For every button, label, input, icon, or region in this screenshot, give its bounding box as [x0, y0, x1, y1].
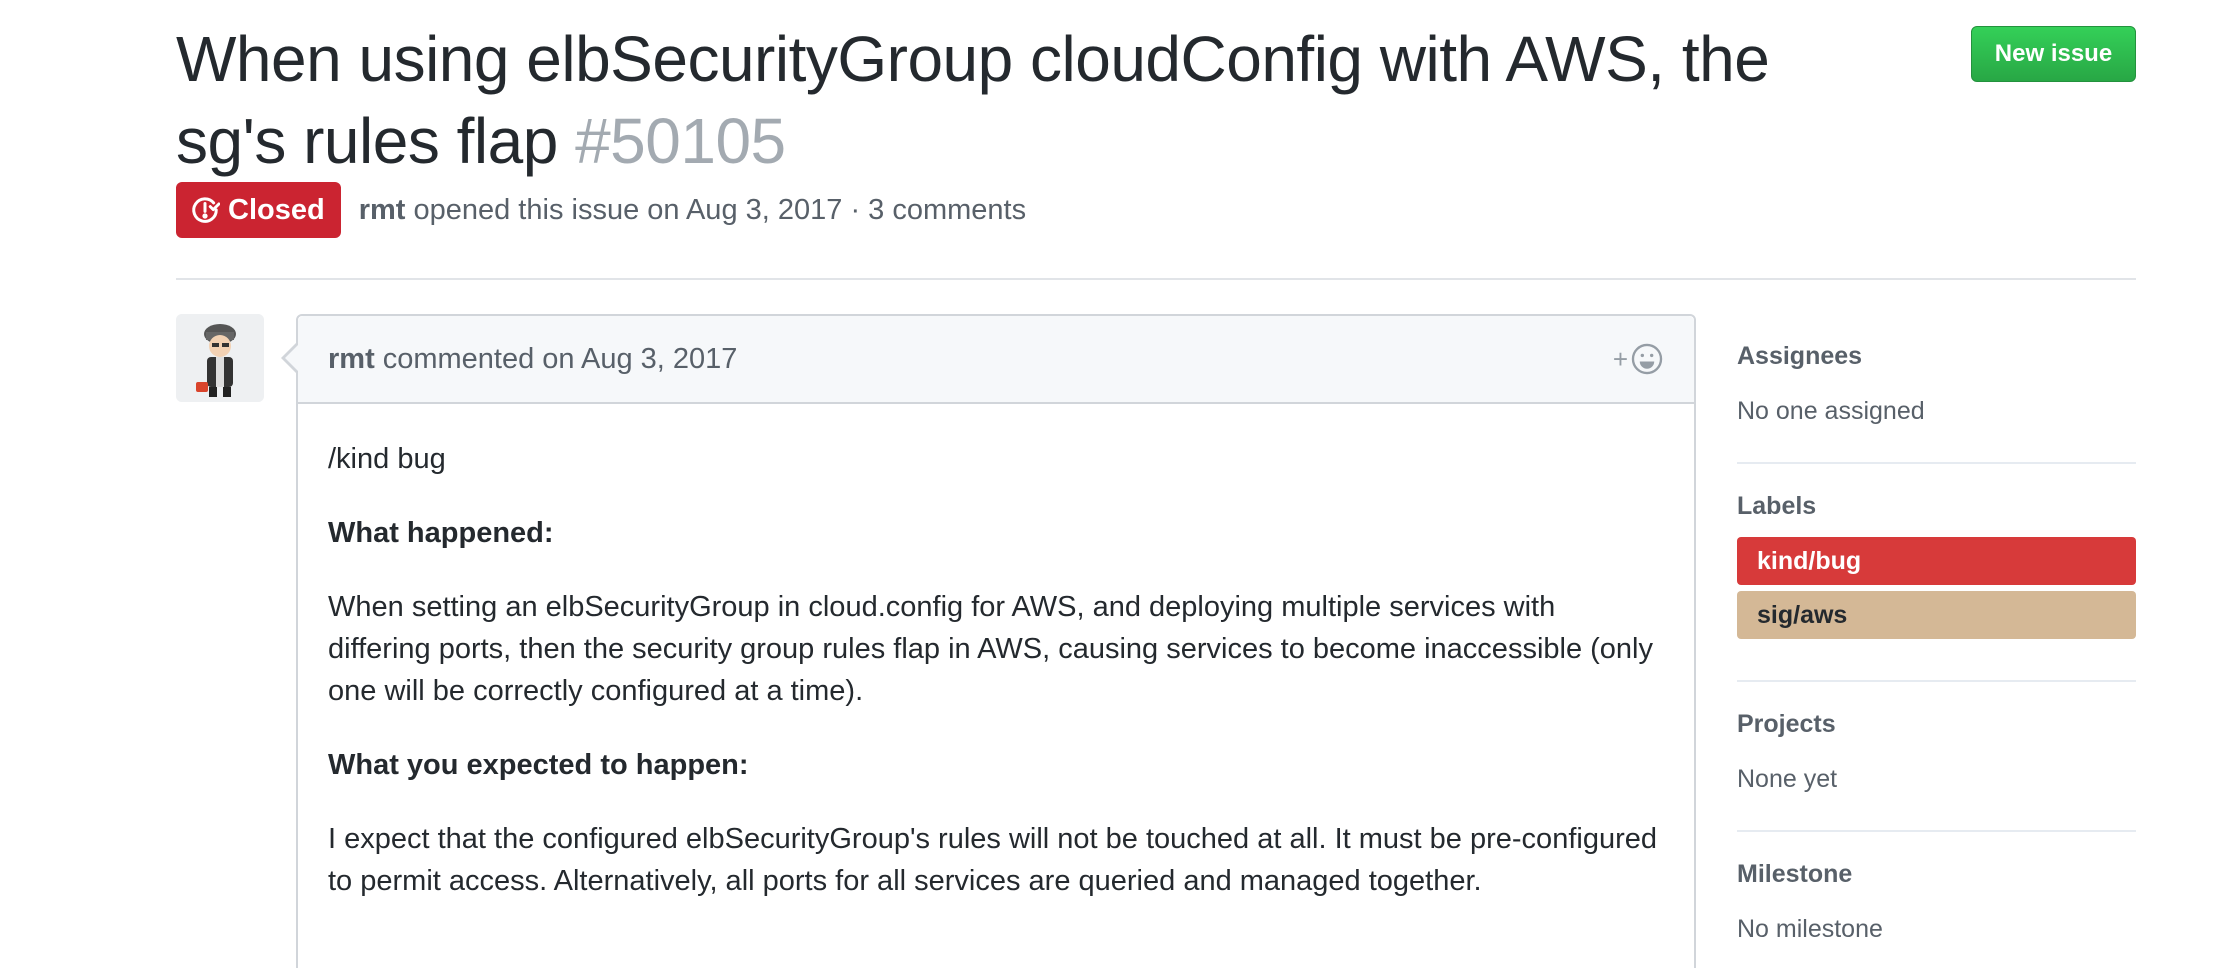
- label-kind-bug-text: kind/bug: [1757, 546, 1862, 575]
- assignees-heading[interactable]: Assignees: [1737, 342, 2136, 371]
- add-reaction-button[interactable]: +: [1613, 342, 1664, 376]
- status-badge: Closed: [176, 182, 341, 238]
- issue-sidebar: Assignees No one assigned Labels kind/bu…: [1737, 314, 2136, 944]
- label-kind-bug[interactable]: kind/bug: [1737, 537, 2136, 585]
- header-divider: [176, 278, 2136, 280]
- comment-heading-expected: What you expected to happen:: [328, 749, 749, 781]
- sidebar-projects: Projects None yet: [1737, 682, 2136, 832]
- avatar[interactable]: [176, 314, 264, 402]
- milestone-value: No milestone: [1737, 915, 1883, 943]
- sidebar-assignees: Assignees No one assigned: [1737, 314, 2136, 464]
- sidebar-milestone: Milestone No milestone: [1737, 832, 2136, 944]
- smiley-icon: [1631, 343, 1663, 375]
- sidebar-labels: Labels kind/bug sig/aws: [1737, 464, 2136, 682]
- comment-timestamp[interactable]: commented on Aug 3, 2017: [383, 343, 738, 376]
- comment-paragraph-expected: I expect that the configured elbSecurity…: [328, 823, 1657, 897]
- issue-comment: rmt commented on Aug 3, 2017 + /kind bug…: [281, 314, 1696, 968]
- comment-header: rmt commented on Aug 3, 2017 +: [298, 316, 1694, 404]
- issue-author-link[interactable]: rmt: [359, 194, 406, 226]
- issue-opened-text: opened this issue on Aug 3, 2017 · 3 com…: [413, 193, 1027, 226]
- avatar-image-icon: [176, 314, 264, 402]
- status-badge-label: Closed: [228, 193, 325, 226]
- milestone-heading[interactable]: Milestone: [1737, 860, 2136, 889]
- comment-body: /kind bug What happened: When setting an…: [298, 404, 1694, 902]
- issue-closed-icon: [192, 197, 220, 223]
- new-issue-button[interactable]: New issue: [1971, 26, 2136, 82]
- reaction-plus: +: [1612, 343, 1628, 374]
- issue-title: When using elbSecurityGroup cloudConfig …: [176, 18, 1896, 182]
- comment-paragraph: /kind bug: [328, 443, 446, 475]
- label-sig-aws[interactable]: sig/aws: [1737, 591, 2136, 639]
- issue-title-text: When using elbSecurityGroup cloudConfig …: [176, 23, 1770, 177]
- projects-value: None yet: [1737, 765, 1838, 793]
- issue-page: When using elbSecurityGroup cloudConfig …: [0, 0, 2240, 968]
- labels-heading[interactable]: Labels: [1737, 492, 2136, 521]
- projects-heading[interactable]: Projects: [1737, 710, 2136, 739]
- comment-paragraph-happened: When setting an elbSecurityGroup in clou…: [328, 591, 1653, 707]
- comment-author-link[interactable]: rmt: [328, 343, 375, 376]
- assignees-value: No one assigned: [1737, 397, 1925, 425]
- comment-heading-happened: What happened:: [328, 517, 554, 549]
- issue-number: #50105: [575, 105, 786, 177]
- issue-meta: Closed rmt opened this issue on Aug 3, 2…: [176, 182, 1026, 238]
- label-sig-aws-text: sig/aws: [1757, 600, 1848, 629]
- issue-meta-text: rmt opened this issue on Aug 3, 2017 · 3…: [359, 194, 1026, 227]
